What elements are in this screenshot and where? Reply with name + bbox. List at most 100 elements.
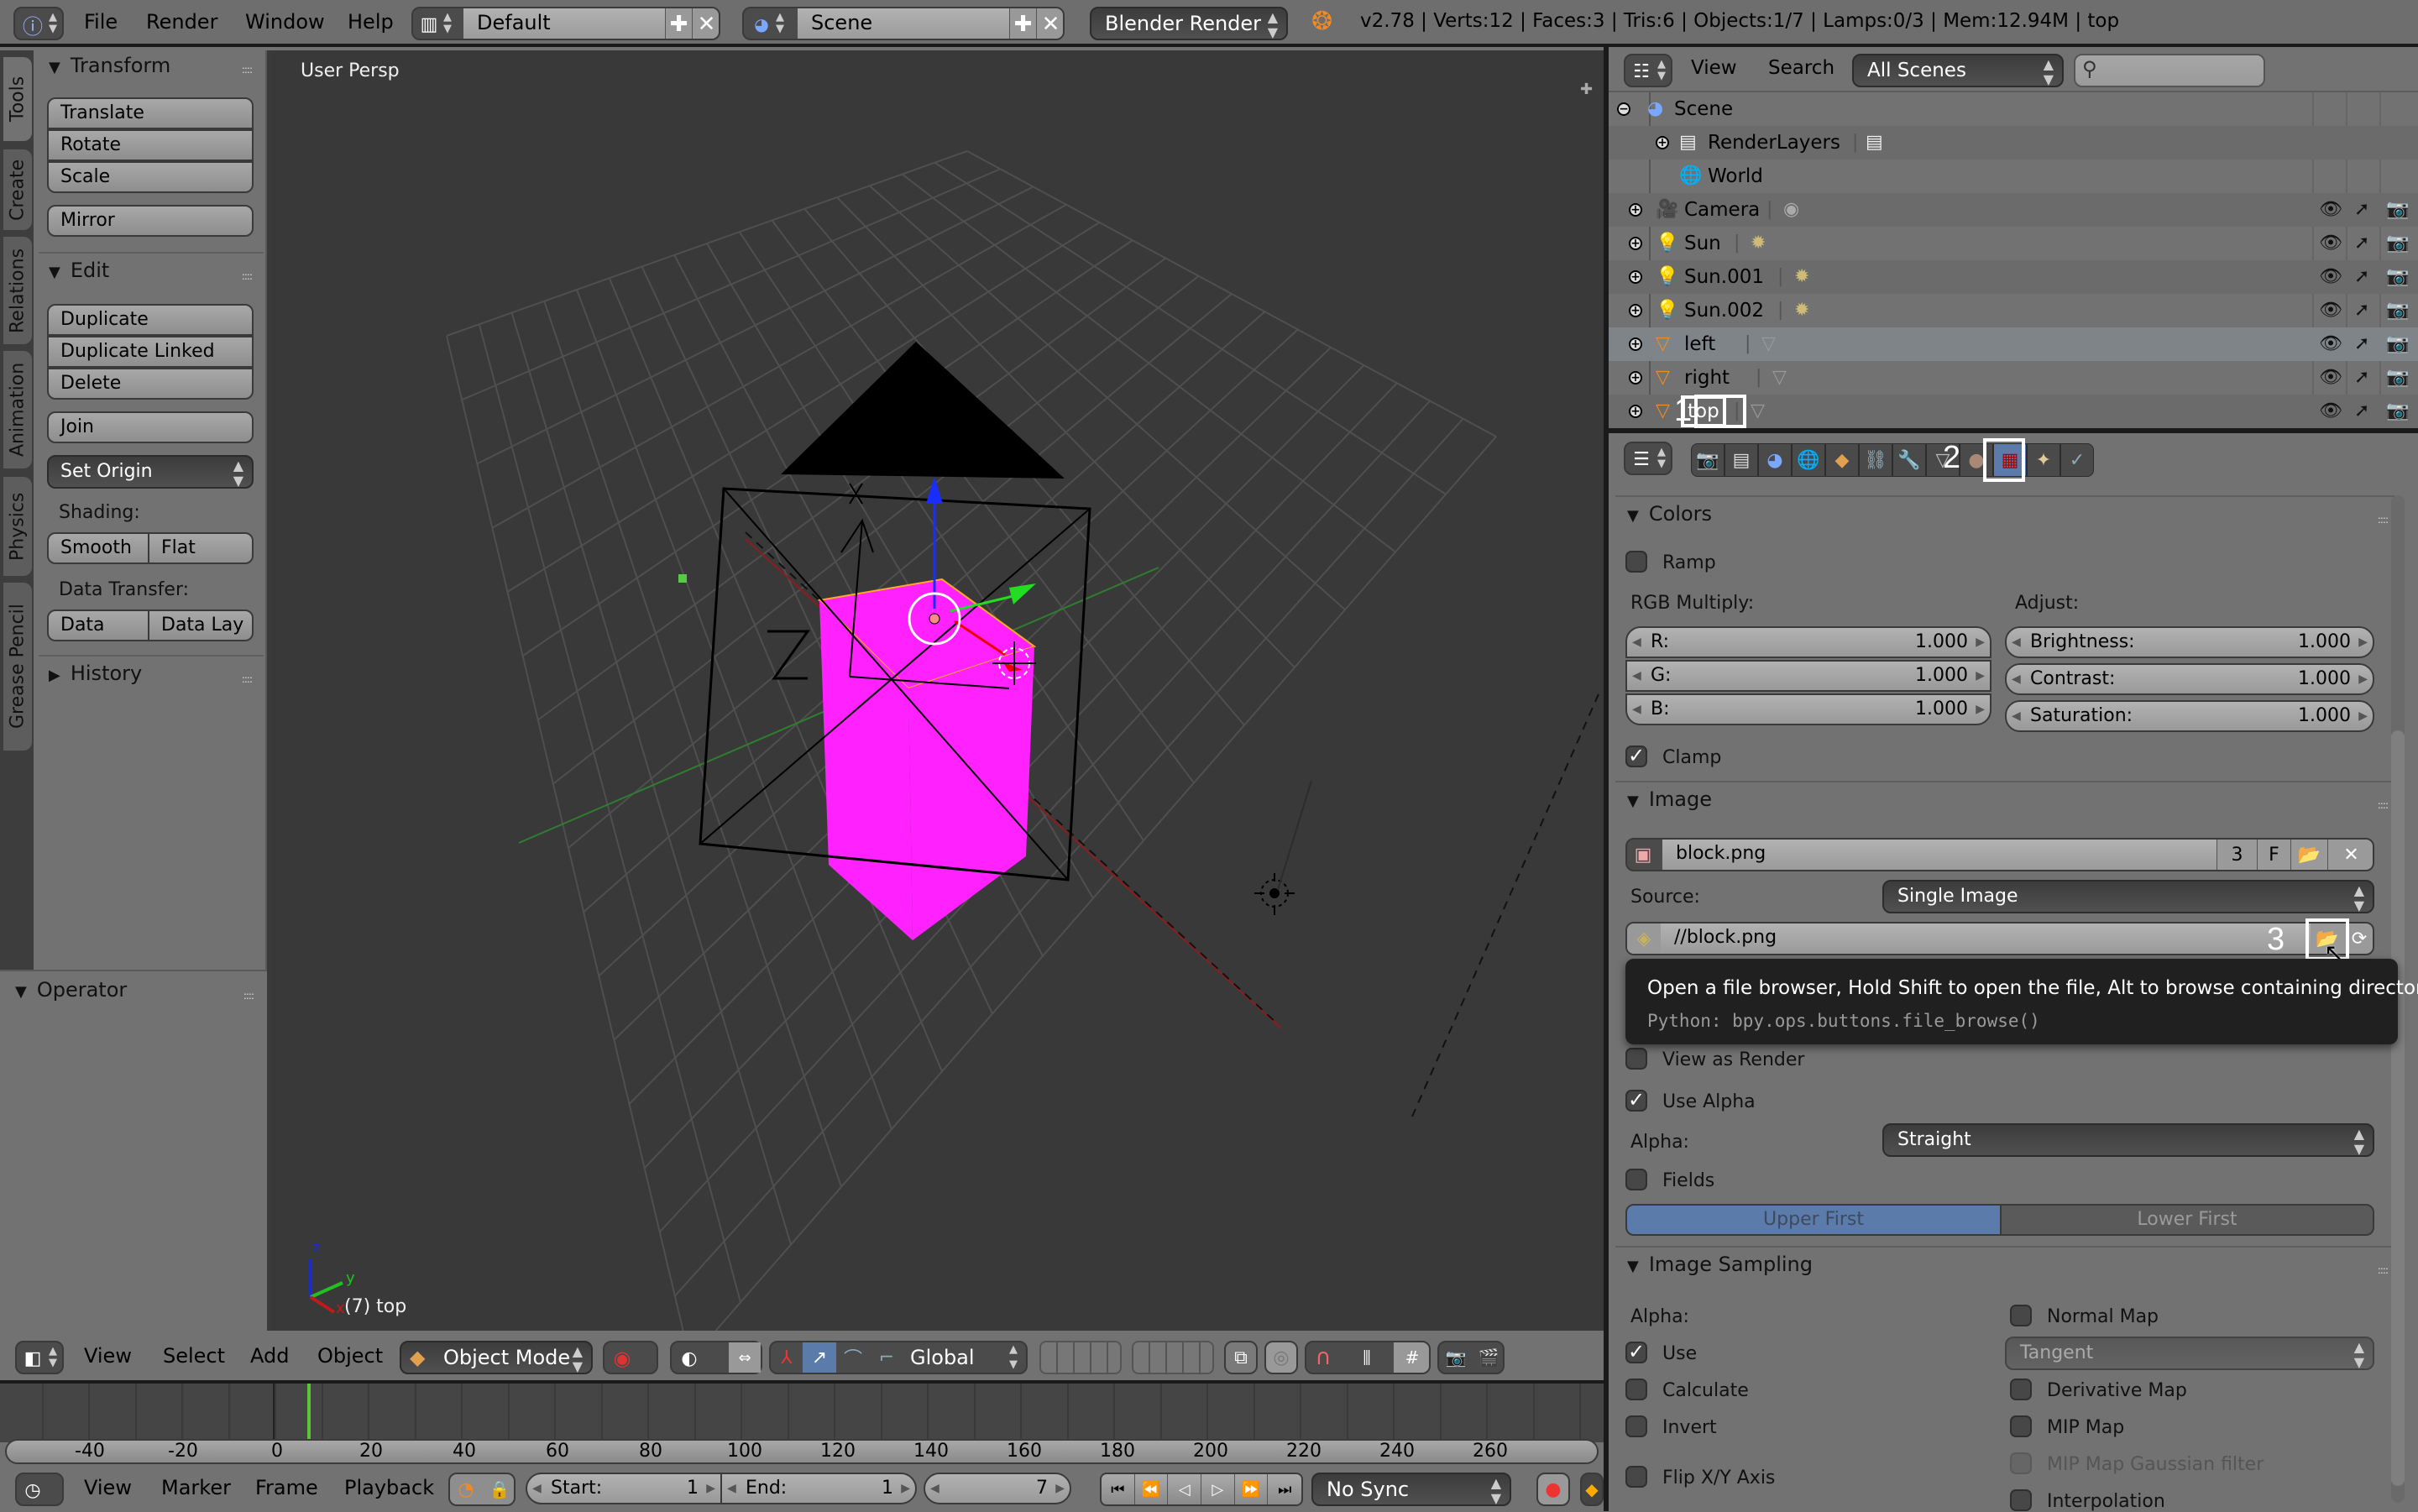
duplicate-button[interactable]: Duplicate <box>47 304 254 336</box>
editor-type-properties-button[interactable]: ☰ ▲ ▼ <box>1624 442 1672 475</box>
snap-target-icon[interactable]: # <box>1394 1342 1429 1373</box>
selectability-cursor-icon[interactable]: ➚ <box>2354 193 2369 227</box>
viewport-shading-dropdown[interactable]: ◉ <box>603 1341 658 1374</box>
scale-manipulator-icon[interactable]: ⌐ <box>870 1342 903 1373</box>
menu-view[interactable]: View <box>84 1476 132 1499</box>
z-arrow-icon[interactable] <box>926 477 943 504</box>
scene-name-field[interactable]: Scene <box>798 8 1009 39</box>
sun-lamp-icon[interactable] <box>1254 780 1312 915</box>
normal-space-dropdown[interactable]: Tangent ▲ ▼ <box>2005 1337 2374 1370</box>
menu-select[interactable]: Select <box>163 1344 225 1368</box>
set-origin-dropdown[interactable]: Set Origin ▲ ▼ <box>47 455 254 489</box>
mip-map-checkbox[interactable] <box>2010 1415 2032 1437</box>
mesh-data-icon[interactable]: ▽ <box>1751 395 1765 428</box>
jump-end-icon[interactable]: ⏭ <box>1268 1474 1301 1504</box>
current-frame-field[interactable]: ◀ 7 ▶ <box>924 1473 1071 1504</box>
tab-world[interactable]: 🌐 <box>1792 443 1825 477</box>
editor-type-3dview-button[interactable]: ◧ ▲ ▼ <box>15 1341 64 1374</box>
saturation-field[interactable]: ◀ Saturation: 1.000 ▶ <box>2005 700 2374 732</box>
view-as-render-checkbox[interactable] <box>1625 1048 1647 1070</box>
outliner-row-world[interactable]: 🌐 World <box>1609 160 2418 193</box>
tab-constraints[interactable]: ⛓ <box>1859 443 1892 477</box>
lower-first-button[interactable]: Lower First <box>2000 1204 2374 1236</box>
jump-keyframe-forward-icon[interactable]: ⏩ <box>1235 1474 1269 1504</box>
selectability-cursor-icon[interactable]: ➚ <box>2354 260 2369 294</box>
users-count[interactable]: 3 <box>2216 840 2257 870</box>
outliner-row-sun[interactable]: + 💡 Sun | ✹ 👁 ➚ 📷 <box>1609 227 2418 260</box>
drag-handle-icon[interactable]: :::: <box>2378 514 2389 526</box>
drag-handle-icon[interactable]: :::: <box>2378 1264 2389 1276</box>
menu-object[interactable]: Object <box>317 1344 383 1368</box>
translate-button[interactable]: Translate <box>47 97 254 129</box>
interpolation-checkbox[interactable] <box>2010 1489 2032 1511</box>
properties-scrollbar-thumb[interactable] <box>2391 730 2405 1486</box>
drag-handle-icon[interactable]: :::: <box>243 990 254 1002</box>
lamp-data-icon[interactable]: ✹ <box>1794 260 1809 294</box>
tab-render-layers[interactable]: ▤ <box>1725 443 1758 477</box>
renderability-camera-icon[interactable]: 📷 <box>2386 327 2409 361</box>
join-button[interactable]: Join <box>47 411 254 443</box>
translate-manipulator-icon[interactable]: ↗ <box>803 1342 836 1373</box>
editor-type-outliner-button[interactable]: ☷ ▲ ▼ <box>1624 54 1672 87</box>
history-panel-header[interactable]: ▶ History <box>49 662 142 685</box>
play-reverse-icon[interactable]: ◁ <box>1168 1474 1202 1504</box>
menu-marker[interactable]: Marker <box>161 1476 231 1499</box>
3d-viewport[interactable]: z y x User Persp (7) top ✚ <box>270 50 1604 1331</box>
timeline-area[interactable] <box>0 1384 1628 1442</box>
y-arrow-icon[interactable] <box>1009 583 1036 604</box>
alpha-mode-dropdown[interactable]: Straight ▲ ▼ <box>1882 1123 2374 1157</box>
visibility-eye-icon[interactable]: 👁 <box>2319 294 2342 327</box>
flip-axis-checkbox[interactable] <box>1625 1466 1647 1488</box>
image-browse-icon[interactable]: ▣ <box>1630 840 1656 870</box>
brightness-field[interactable]: ◀ Brightness: 1.000 ▶ <box>2005 626 2374 658</box>
smooth-button[interactable]: Smooth <box>47 532 149 564</box>
transform-panel-header[interactable]: ▼ Transform <box>49 54 170 77</box>
lamp-data-icon[interactable]: ✹ <box>1751 227 1766 260</box>
tab-particles[interactable]: ✦ <box>2027 443 2060 477</box>
renderability-camera-icon[interactable]: 📷 <box>2386 361 2409 395</box>
colors-panel-header[interactable]: ▼ Colors <box>1627 502 1712 526</box>
drag-handle-icon[interactable]: :::: <box>242 64 253 76</box>
menu-help[interactable]: Help <box>348 10 394 34</box>
tab-physics[interactable]: Physics <box>3 477 32 576</box>
outliner-row-camera[interactable]: + 🎥 Camera | ◉ 👁 ➚ 📷 <box>1609 193 2418 227</box>
data-button[interactable]: Data <box>47 610 149 641</box>
snap-magnet-icon[interactable]: ∩ <box>1306 1342 1340 1373</box>
menu-search[interactable]: Search <box>1768 57 1834 79</box>
outliner-row-left[interactable]: + ▽ left | ▽ 👁 ➚ 📷 <box>1609 327 2418 361</box>
image-name-field[interactable]: block.png <box>1662 840 2216 870</box>
use-preview-range-icon[interactable]: ◔ <box>450 1474 482 1504</box>
derivative-map-checkbox[interactable] <box>2010 1379 2032 1400</box>
tab-grease-pencil[interactable]: Grease Pencil <box>3 583 32 751</box>
expand-icon[interactable]: + <box>1629 304 1642 317</box>
menu-view[interactable]: View <box>84 1344 132 1368</box>
scene-selector[interactable]: ◕ ▲ ▼ Scene ✚ ✕ <box>742 7 1065 40</box>
visibility-eye-icon[interactable]: 👁 <box>2319 227 2342 260</box>
drag-handle-icon[interactable]: :::: <box>2378 799 2389 811</box>
selectability-cursor-icon[interactable]: ➚ <box>2354 361 2369 395</box>
renderability-camera-icon[interactable]: 📷 <box>2386 260 2409 294</box>
rotate-manipulator-icon[interactable]: ⌒ <box>836 1342 870 1373</box>
drag-handle-icon[interactable]: :::: <box>242 673 253 685</box>
keying-set-icon[interactable]: ◆ <box>1580 1473 1604 1506</box>
duplicate-linked-button[interactable]: Duplicate Linked <box>47 336 254 368</box>
layer-buttons-b[interactable] <box>1132 1341 1214 1374</box>
snap-element-icon[interactable]: ⫼ <box>1340 1342 1394 1373</box>
drag-handle-icon[interactable]: :::: <box>242 270 253 282</box>
opengl-render-animation-icon[interactable]: 🎬 <box>1473 1342 1503 1373</box>
start-frame-field[interactable]: ◀ Start: 1 ▶ <box>526 1473 722 1504</box>
selectability-cursor-icon[interactable]: ➚ <box>2354 327 2369 361</box>
pack-image-icon[interactable]: ◈ <box>1627 923 1661 954</box>
image-panel-header[interactable]: ▼ Image <box>1627 787 1712 811</box>
selectability-cursor-icon[interactable]: ➚ <box>2354 294 2369 327</box>
jump-start-icon[interactable]: ⏮ <box>1102 1474 1135 1504</box>
mirror-button[interactable]: Mirror <box>47 205 254 237</box>
renderability-camera-icon[interactable]: 📷 <box>2386 395 2409 428</box>
outliner-row-sun-002[interactable]: + 💡 Sun.002 | ✹ 👁 ➚ 📷 <box>1609 294 2418 327</box>
orientation-label[interactable]: Global <box>910 1342 975 1373</box>
expand-icon[interactable]: + <box>1629 237 1642 250</box>
clamp-checkbox[interactable]: ✓ <box>1625 746 1647 767</box>
operator-panel-header[interactable]: ▼ Operator <box>15 978 127 1002</box>
expand-icon[interactable]: + <box>1629 371 1642 385</box>
renderlayer-data-icon[interactable]: ▤ <box>1866 126 1883 160</box>
